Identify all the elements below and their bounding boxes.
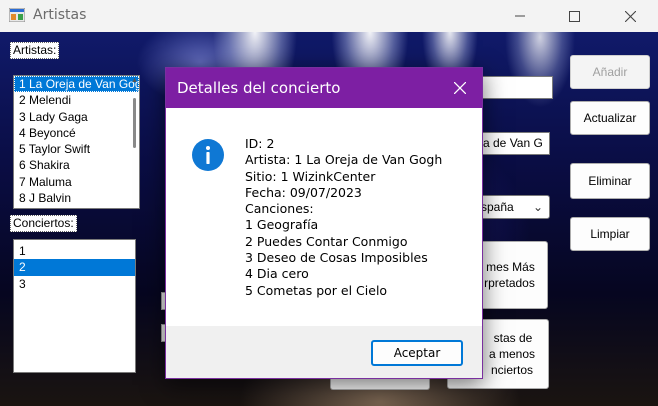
title-bar: Artistas (0, 0, 658, 32)
scroll-thumb[interactable] (133, 98, 136, 148)
dialog-message-line: Sitio: 1 WizinkCenter (245, 168, 376, 184)
clear-button[interactable]: Limpiar (570, 217, 650, 251)
top-textbox[interactable] (478, 76, 553, 99)
country-combo[interactable]: spaña ⌄ (476, 195, 550, 219)
window-title: Artistas (33, 7, 87, 23)
minimize-button[interactable] (497, 0, 543, 32)
add-button[interactable]: Añadir (570, 55, 650, 89)
dialog-message-line: 5 Cometas por el Cielo (245, 282, 388, 298)
dialog-message-line: 3 Deseo de Cosas Imposibles (245, 250, 428, 266)
dialog-message-line: Canciones: (245, 201, 314, 217)
minimize-icon (515, 15, 525, 17)
dialog-footer: Aceptar (166, 326, 482, 378)
maximize-button[interactable] (551, 0, 597, 32)
dialog-message-line: 2 Puedes Contar Conmigo (245, 233, 408, 249)
app-icon (9, 8, 25, 22)
dialog-message-line: ID: 2 (245, 136, 275, 151)
artists-listbox[interactable]: 1 La Oreja de Van Gogh 2 Melendi 3 Lady Ga… (13, 75, 140, 209)
dialog-message: ID: 2 Artista: 1 La Oreja de Van Gogh Siti… (245, 136, 442, 299)
concert-details-dialog: Detalles del concierto ID: 2 Artista: 1 L… (165, 67, 483, 379)
artist-list-item[interactable]: 8 J Balvin (14, 190, 139, 206)
close-button[interactable] (607, 0, 653, 32)
chevron-down-icon: ⌄ (532, 200, 543, 214)
dialog-message-line: 4 Dia cero (245, 266, 309, 282)
artist-list-item[interactable]: 2 Melendi (14, 92, 139, 108)
artist-list-item[interactable]: 1 La Oreja de Van Gogh (14, 76, 139, 93)
update-button[interactable]: Actualizar (570, 101, 650, 135)
dialog-title: Detalles del concierto (177, 79, 341, 97)
concert-list-item[interactable]: 1 (14, 243, 135, 259)
dialog-close-button[interactable] (438, 68, 482, 108)
concerts-label: Conciertos: (10, 215, 77, 232)
artist-list-item[interactable]: 7 Maluma (14, 174, 139, 190)
maximize-icon (568, 10, 580, 22)
artist-list-item[interactable]: 6 Shakira (14, 157, 139, 173)
artists-scrollbar[interactable]: ▲ (130, 77, 138, 266)
dialog-body: ID: 2 Artista: 1 La Oreja de Van Gogh Siti… (166, 108, 482, 326)
concert-list-item[interactable]: 2 (14, 259, 135, 276)
close-icon (624, 10, 636, 22)
dialog-message-line: Fecha: 09/07/2023 (245, 184, 362, 200)
artist-list-item[interactable]: 5 Taylor Swift (14, 141, 139, 157)
dialog-title-bar: Detalles del concierto (166, 68, 482, 108)
country-combo-value: spaña (481, 200, 514, 214)
info-icon (192, 139, 224, 171)
artist-list-item[interactable]: 4 Beyoncé (14, 125, 139, 141)
dialog-message-line: 1 Geografía (245, 217, 319, 233)
artist-name-textbox[interactable]: a de Van G (478, 132, 550, 155)
delete-button[interactable]: Eliminar (570, 163, 650, 199)
close-icon (454, 82, 466, 94)
scroll-up-icon[interactable]: ▲ (131, 77, 138, 84)
accept-button[interactable]: Aceptar (371, 340, 463, 366)
artists-label: Artistas: (10, 42, 60, 59)
concerts-listbox[interactable]: 123 (13, 239, 136, 373)
dialog-message-line: Artista: 1 La Oreja de Van Gogh (245, 152, 443, 168)
artist-list-item[interactable]: 3 Lady Gaga (14, 109, 139, 125)
concert-list-item[interactable]: 3 (14, 276, 135, 292)
